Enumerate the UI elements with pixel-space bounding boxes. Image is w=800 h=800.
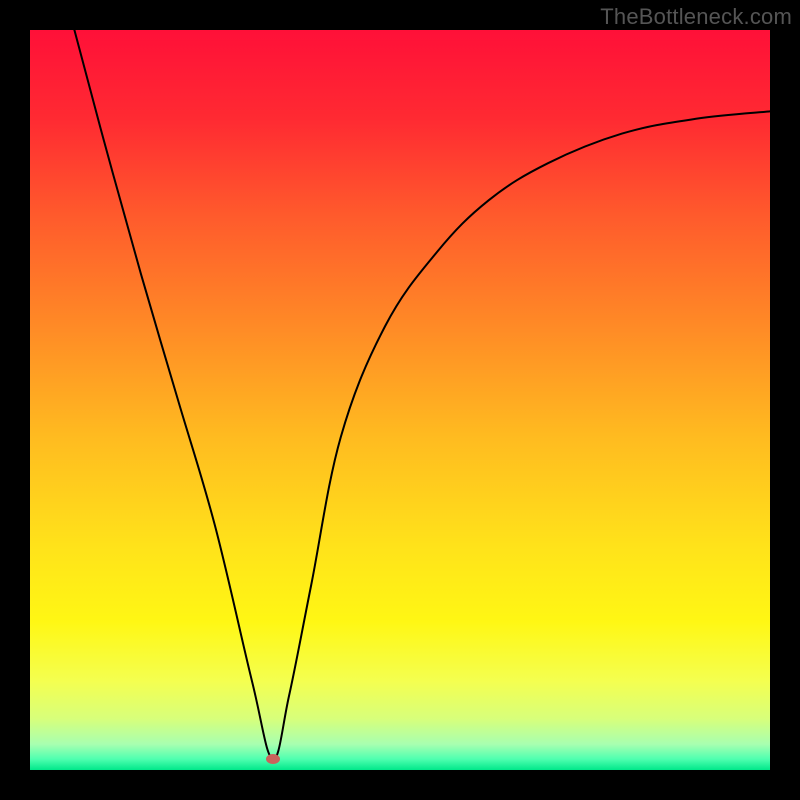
watermark-text: TheBottleneck.com [600,4,792,30]
bottleneck-curve [30,30,770,770]
chart-frame: TheBottleneck.com [0,0,800,800]
curve-path [74,30,770,759]
plot-area [30,30,770,770]
optimal-point-marker [266,754,280,764]
